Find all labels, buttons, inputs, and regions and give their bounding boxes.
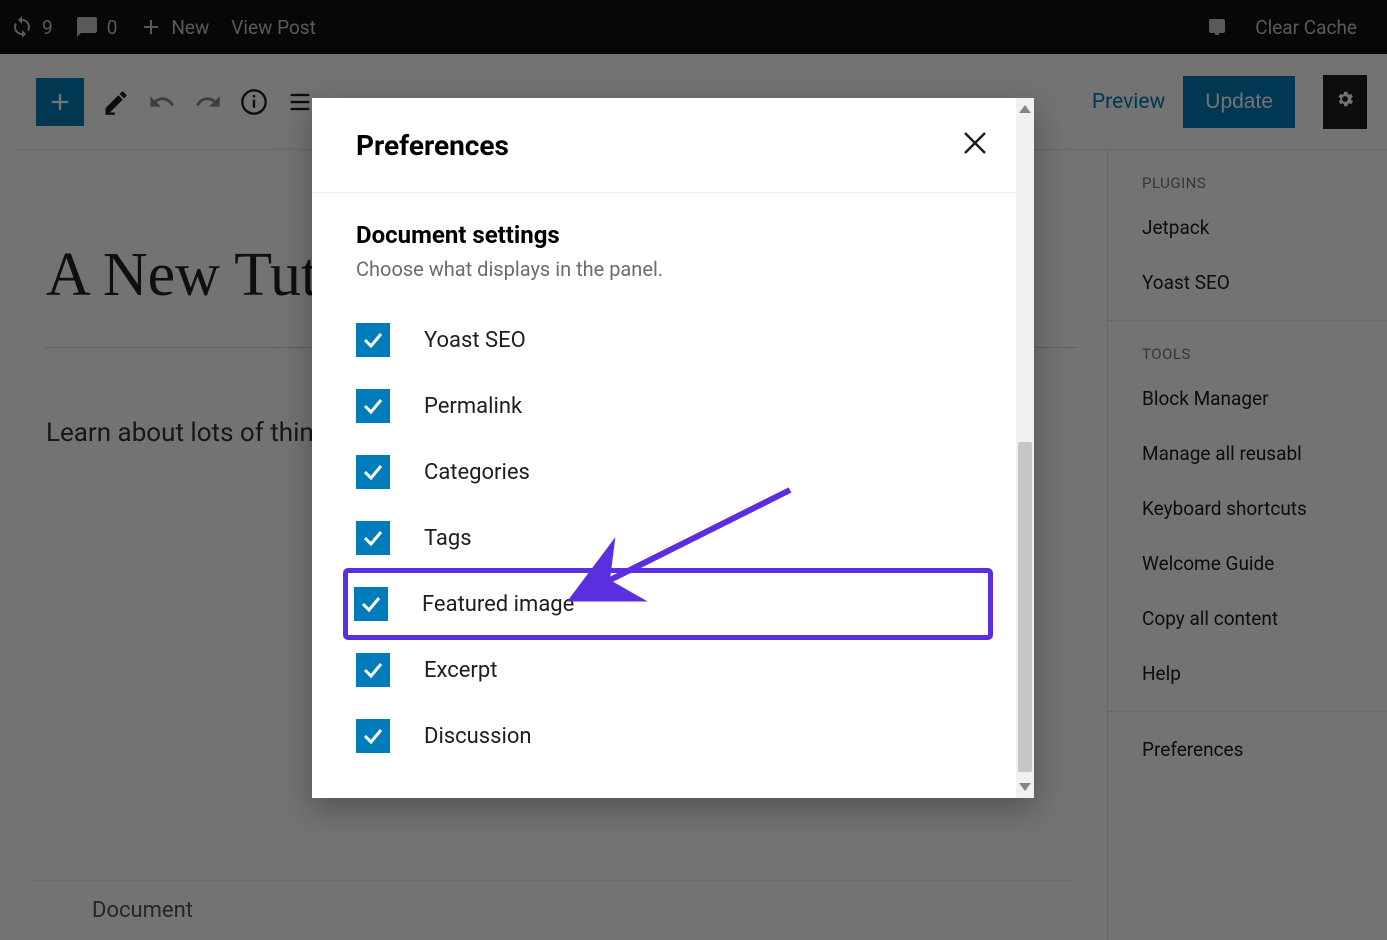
close-button[interactable] <box>960 128 990 162</box>
pref-label: Categories <box>424 460 530 485</box>
pref-row-featured-image[interactable]: Featured image <box>346 571 990 637</box>
checkbox-tags[interactable] <box>356 521 390 555</box>
check-icon <box>361 724 385 748</box>
checkbox-discussion[interactable] <box>356 719 390 753</box>
pref-row-tags[interactable]: Tags <box>356 505 990 571</box>
section-desc: Choose what displays in the panel. <box>356 257 990 281</box>
pref-row-excerpt[interactable]: Excerpt <box>356 637 990 703</box>
check-icon <box>361 460 385 484</box>
checkbox-permalink[interactable] <box>356 389 390 423</box>
checkbox-yoast[interactable] <box>356 323 390 357</box>
check-icon <box>359 592 383 616</box>
scroll-up-icon[interactable] <box>1019 101 1031 113</box>
check-icon <box>361 394 385 418</box>
pref-row-permalink[interactable]: Permalink <box>356 373 990 439</box>
pref-label: Yoast SEO <box>424 328 526 353</box>
checkbox-excerpt[interactable] <box>356 653 390 687</box>
scroll-thumb[interactable] <box>1018 442 1032 772</box>
checkbox-featured-image[interactable] <box>354 587 388 621</box>
modal-scrollbar[interactable] <box>1016 98 1034 798</box>
modal-header: Preferences <box>312 98 1034 193</box>
close-icon <box>960 128 990 158</box>
check-icon <box>361 526 385 550</box>
check-icon <box>361 658 385 682</box>
modal-title: Preferences <box>356 129 509 162</box>
pref-row-categories[interactable]: Categories <box>356 439 990 505</box>
pref-label: Featured image <box>422 592 574 617</box>
scroll-down-icon[interactable] <box>1019 783 1031 795</box>
modal-body: Document settings Choose what displays i… <box>312 193 1034 797</box>
pref-label: Tags <box>424 526 472 551</box>
preferences-modal: Preferences Document settings Choose wha… <box>312 98 1034 798</box>
checkbox-categories[interactable] <box>356 455 390 489</box>
pref-label: Permalink <box>424 394 522 419</box>
pref-row-yoast[interactable]: Yoast SEO <box>356 307 990 373</box>
pref-label: Excerpt <box>424 658 497 683</box>
pref-row-discussion[interactable]: Discussion <box>356 703 990 769</box>
pref-label: Discussion <box>424 724 532 749</box>
section-title: Document settings <box>356 221 990 249</box>
check-icon <box>361 328 385 352</box>
